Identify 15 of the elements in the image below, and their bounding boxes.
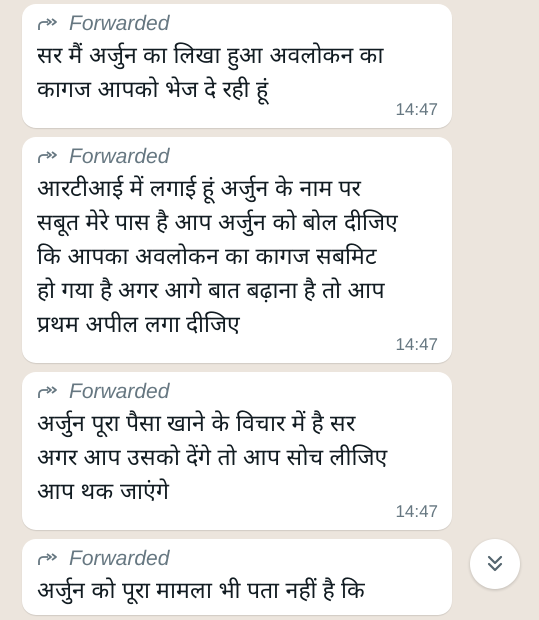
forwarded-label: Forwarded bbox=[69, 380, 170, 404]
forwarded-label: Forwarded bbox=[69, 145, 170, 169]
message-time: 14:47 bbox=[395, 502, 438, 522]
forward-icon bbox=[37, 385, 59, 399]
forward-icon bbox=[37, 17, 59, 31]
forwarded-label: Forwarded bbox=[69, 547, 170, 571]
message-text: अर्जुन को पूरा मामला भी पता नहीं है कि bbox=[37, 576, 366, 606]
scroll-down-button[interactable] bbox=[470, 539, 520, 589]
message-time: 14:47 bbox=[395, 335, 438, 355]
message-text: आरटीआई में लगाई हूं अर्जुन के नाम पर सबूत मेरे पास है आप अर्जुन को बोल दीजिए कि आपका अवलोकन का कागज सबमिट हो गया है अगर आगे बात बढ़ाना है तो आप प्रथम अपील लगा दीजिए bbox=[37, 174, 400, 338]
message-text: अर्जुन पूरा पैसा खाने के विचार में है सर अगर आप उसको देंगे तो आप सोच लीजिए आप थक जाएंगे bbox=[37, 409, 389, 506]
forwarded-label: Forwarded bbox=[69, 12, 170, 36]
forward-icon bbox=[37, 150, 59, 164]
forward-icon bbox=[37, 552, 59, 566]
double-chevron-down-icon bbox=[485, 554, 505, 574]
